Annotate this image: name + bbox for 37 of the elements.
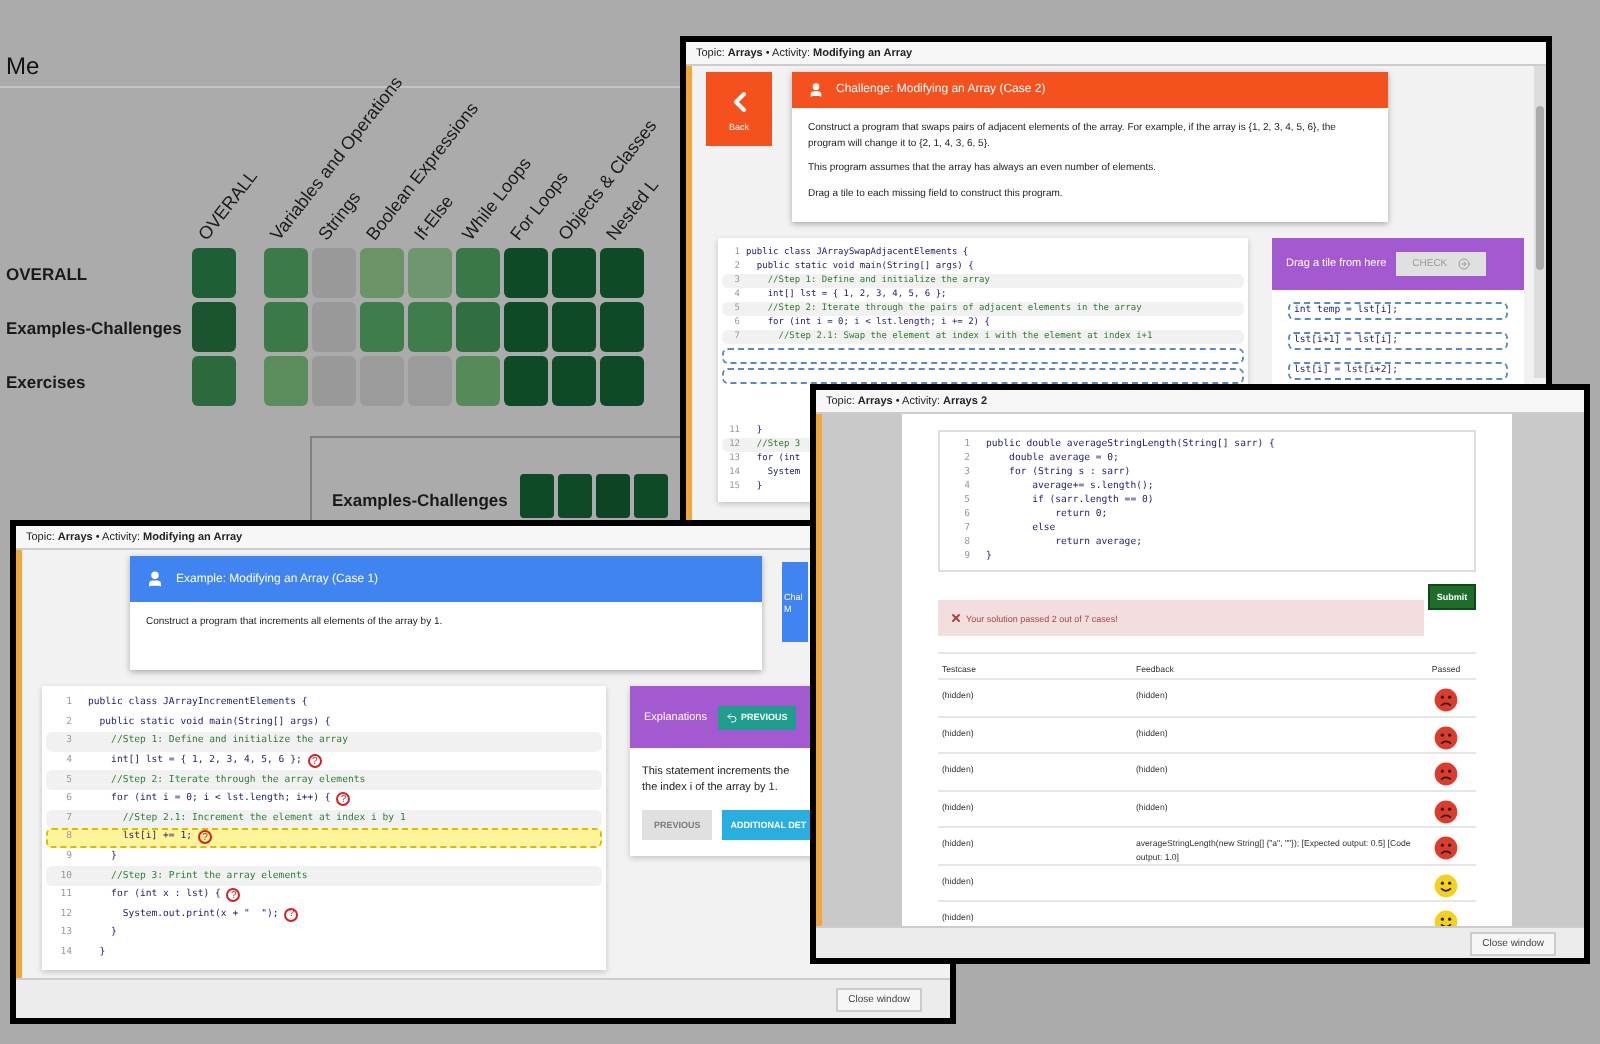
heatmap-cell[interactable] — [360, 248, 404, 298]
heatmap-cell[interactable] — [192, 302, 236, 352]
heatmap-cell[interactable] — [552, 248, 596, 298]
close-icon — [950, 612, 962, 624]
heatmap-cell[interactable] — [557, 474, 592, 518]
heatmap-cell[interactable] — [552, 356, 596, 406]
heatmap-cell[interactable] — [264, 356, 308, 406]
heatmap-cell[interactable] — [600, 302, 644, 352]
heatmap-cell[interactable] — [408, 248, 452, 298]
undo-arrow-icon — [725, 711, 737, 723]
heatmap-cell[interactable] — [595, 474, 630, 518]
heatmap-cell[interactable] — [264, 248, 308, 298]
heatmap-cell[interactable] — [456, 356, 500, 406]
heatmap-cell[interactable] — [633, 474, 668, 518]
heatmap-cell[interactable] — [192, 248, 236, 298]
heatmap-cell[interactable] — [456, 248, 500, 298]
person-icon — [146, 570, 164, 588]
drop-slot[interactable] — [722, 348, 1244, 364]
row-label: Examples-Challenges — [332, 490, 508, 510]
arrow-circle-icon — [1457, 258, 1470, 270]
person-icon — [808, 82, 824, 98]
heatmap-cell[interactable] — [519, 474, 554, 518]
row-label: OVERALL — [4, 263, 90, 283]
row-label: Exercises — [4, 371, 88, 391]
heatmap-cell[interactable] — [192, 356, 236, 406]
heatmap-cell[interactable] — [264, 302, 308, 352]
heatmap-cell[interactable] — [600, 356, 644, 406]
scrollbar[interactable] — [1534, 66, 1546, 378]
heatmap-cell[interactable] — [600, 248, 644, 298]
heatmap-cell[interactable] — [552, 302, 596, 352]
row-label: Examples-Challenges — [4, 317, 184, 337]
heatmap-cell[interactable] — [456, 302, 500, 352]
heatmap-cell[interactable] — [360, 302, 404, 352]
heatmap-cell[interactable] — [504, 356, 548, 406]
heatmap-cell[interactable] — [504, 302, 548, 352]
heatmap-cell[interactable] — [504, 248, 548, 298]
heatmap-cell[interactable] — [408, 302, 452, 352]
